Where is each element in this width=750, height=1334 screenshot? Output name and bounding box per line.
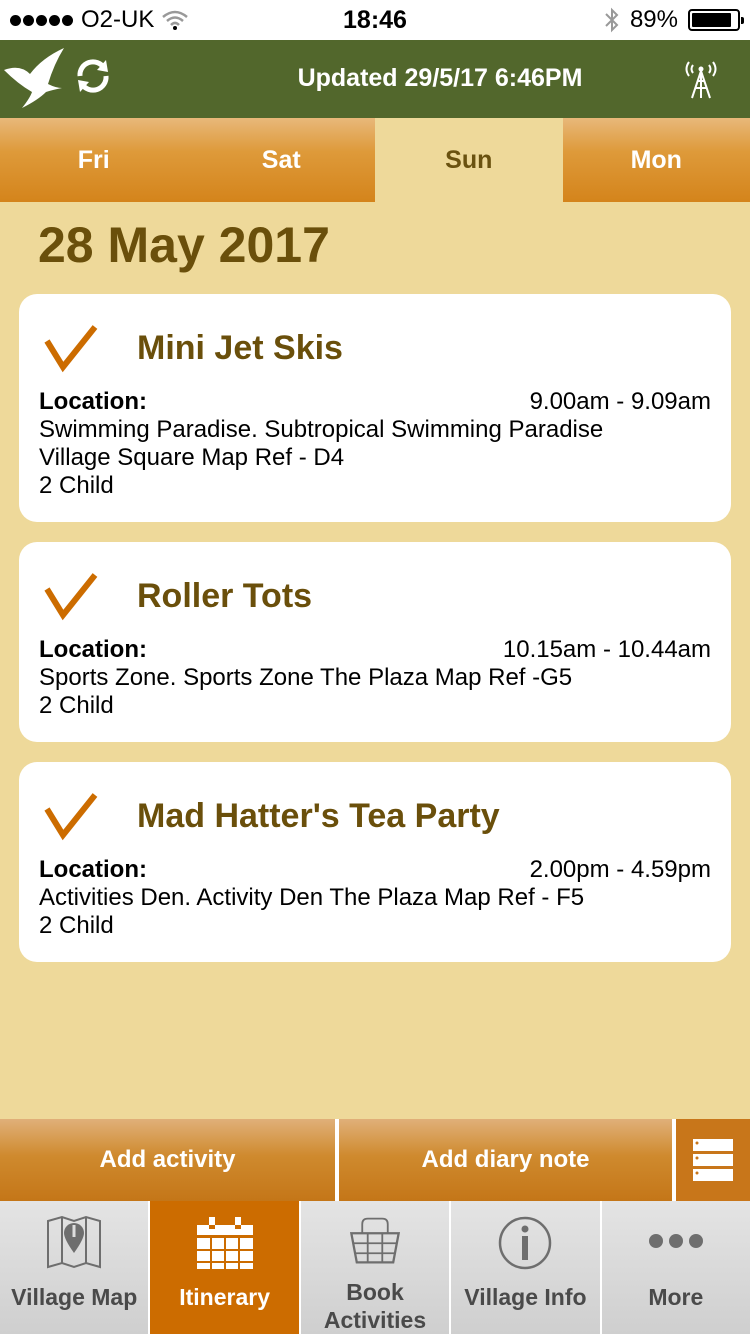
attendees: 2 Child: [39, 692, 114, 719]
activity-title: Mad Hatter's Tea Party: [137, 796, 500, 835]
list-icon: [693, 1139, 733, 1181]
tab-label: More: [648, 1284, 704, 1310]
location-line: Village Square Map Ref - D4: [39, 444, 345, 471]
tab-village-info[interactable]: Village Info: [451, 1201, 600, 1334]
tab-village-map[interactable]: Village Map: [0, 1201, 149, 1334]
tab-label: Book Activities: [324, 1278, 426, 1334]
date-heading: 28 May 2017: [38, 217, 330, 273]
activity-card[interactable]: Mini Jet Skis Location: 9.00am - 9.09am …: [19, 294, 731, 522]
app-header: Updated 29/5/17 6:46PM: [0, 40, 750, 118]
activity-title: Roller Tots: [137, 576, 313, 615]
checkmark-icon[interactable]: [43, 323, 99, 373]
tab-book-activities[interactable]: Book Activities: [300, 1201, 450, 1334]
list-view-button[interactable]: [676, 1119, 750, 1201]
bluetooth-icon: [605, 7, 619, 33]
antenna-icon[interactable]: [680, 56, 722, 100]
location-line: Activities Den. Activity Den The Plaza M…: [39, 884, 585, 911]
location-line: Sports Zone. Sports Zone The Plaza Map R…: [39, 664, 573, 691]
tab-label: Itinerary: [179, 1284, 270, 1310]
activity-title: Mini Jet Skis: [137, 328, 343, 367]
action-bar: Add activity Add diary note: [0, 1119, 750, 1201]
battery-icon: [688, 9, 744, 31]
tab-label: Village Map: [11, 1284, 138, 1310]
location-line: Swimming Paradise. Subtropical Swimming …: [39, 416, 604, 443]
tab-more[interactable]: More: [601, 1201, 750, 1334]
battery-percent: 89%: [629, 6, 678, 33]
attendees: 2 Child: [39, 472, 114, 499]
tab-mon[interactable]: Mon: [562, 118, 750, 202]
calendar-icon: [196, 1217, 253, 1269]
tab-sat[interactable]: Sat: [187, 118, 375, 202]
status-bar: O2-UK 18:46 89%: [0, 0, 750, 40]
activity-time: 9.00am - 9.09am: [529, 388, 711, 415]
activity-card[interactable]: Roller Tots Location: 10.15am - 10.44am …: [19, 542, 731, 742]
add-activity-button[interactable]: Add activity: [0, 1119, 335, 1201]
bottom-tab-bar: Village Map Itinerary Book Activities Vi…: [0, 1201, 750, 1334]
location-label: Location:: [39, 388, 147, 415]
location-label: Location:: [39, 856, 147, 883]
tab-itinerary[interactable]: Itinerary: [150, 1201, 299, 1334]
tab-label: Village Info: [464, 1284, 587, 1310]
more-icon: [648, 1234, 703, 1248]
bird-logo-icon[interactable]: [2, 44, 70, 112]
day-tabs: Fri Sat Sun Mon: [0, 118, 750, 202]
basket-icon: [349, 1217, 401, 1264]
tab-sun[interactable]: Sun: [375, 118, 563, 202]
info-icon: [499, 1216, 552, 1270]
add-diary-note-button[interactable]: Add diary note: [339, 1119, 672, 1201]
map-icon: [47, 1215, 102, 1269]
activity-time: 10.15am - 10.44am: [502, 636, 711, 663]
tab-label-line: Activities: [323, 1307, 427, 1333]
updated-timestamp: Updated 29/5/17 6:46PM: [297, 64, 583, 92]
sync-icon[interactable]: [70, 56, 116, 96]
location-label: Location:: [39, 636, 147, 663]
tab-fri[interactable]: Fri: [0, 118, 188, 202]
activity-card[interactable]: Mad Hatter's Tea Party Location: 2.00pm …: [19, 762, 731, 962]
checkmark-icon[interactable]: [43, 571, 99, 621]
activity-time: 2.00pm - 4.59pm: [529, 856, 711, 883]
tab-label-line: Book: [346, 1279, 404, 1305]
checkmark-icon[interactable]: [43, 791, 99, 841]
attendees: 2 Child: [39, 912, 114, 939]
